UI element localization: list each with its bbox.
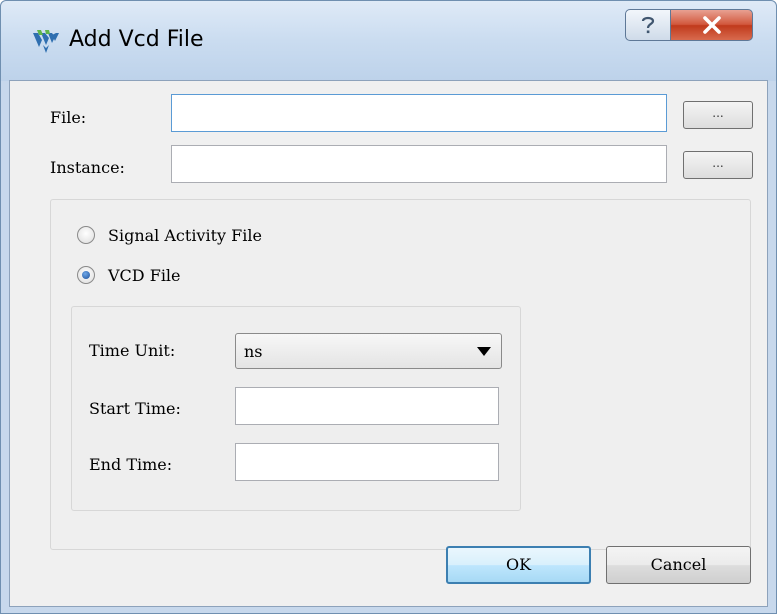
file-input[interactable] bbox=[171, 94, 667, 132]
start-time-label: Start Time: bbox=[89, 399, 181, 418]
time-unit-select[interactable]: ns bbox=[235, 333, 502, 369]
cancel-button[interactable]: Cancel bbox=[606, 546, 751, 584]
file-browse-button[interactable]: ... bbox=[683, 101, 753, 129]
vcd-file-radio[interactable] bbox=[77, 266, 95, 284]
help-button[interactable] bbox=[625, 9, 671, 41]
file-label: File: bbox=[50, 108, 87, 127]
file-type-group: Signal Activity File VCD File Time Unit:… bbox=[50, 199, 751, 550]
chevron-down-icon bbox=[477, 347, 491, 356]
ok-button[interactable]: OK bbox=[446, 546, 591, 584]
dialog-body: File: ... Instance: ... Signal Activity … bbox=[9, 80, 768, 607]
time-unit-label: Time Unit: bbox=[89, 341, 176, 360]
close-icon bbox=[702, 16, 721, 34]
vcd-app-icon bbox=[33, 30, 59, 53]
time-unit-value: ns bbox=[244, 342, 263, 361]
end-time-label: End Time: bbox=[89, 455, 173, 474]
dialog-title: Add Vcd File bbox=[69, 27, 204, 52]
vcd-settings-group: Time Unit: ns Start Time: End Time: bbox=[71, 306, 521, 511]
help-icon bbox=[641, 16, 655, 34]
end-time-input[interactable] bbox=[235, 443, 499, 481]
start-time-input[interactable] bbox=[235, 387, 499, 425]
title-bar[interactable]: Add Vcd File bbox=[1, 1, 776, 81]
add-vcd-file-dialog: Add Vcd File File: ... Instance: ... Sig… bbox=[0, 0, 777, 614]
signal-activity-radio[interactable] bbox=[77, 226, 95, 244]
instance-input[interactable] bbox=[171, 145, 667, 183]
vcd-file-label[interactable]: VCD File bbox=[108, 266, 181, 285]
radio-selected-dot bbox=[82, 271, 90, 279]
signal-activity-label[interactable]: Signal Activity File bbox=[108, 226, 262, 245]
close-button[interactable] bbox=[670, 9, 753, 41]
instance-label: Instance: bbox=[50, 158, 125, 177]
instance-browse-button[interactable]: ... bbox=[683, 151, 753, 179]
